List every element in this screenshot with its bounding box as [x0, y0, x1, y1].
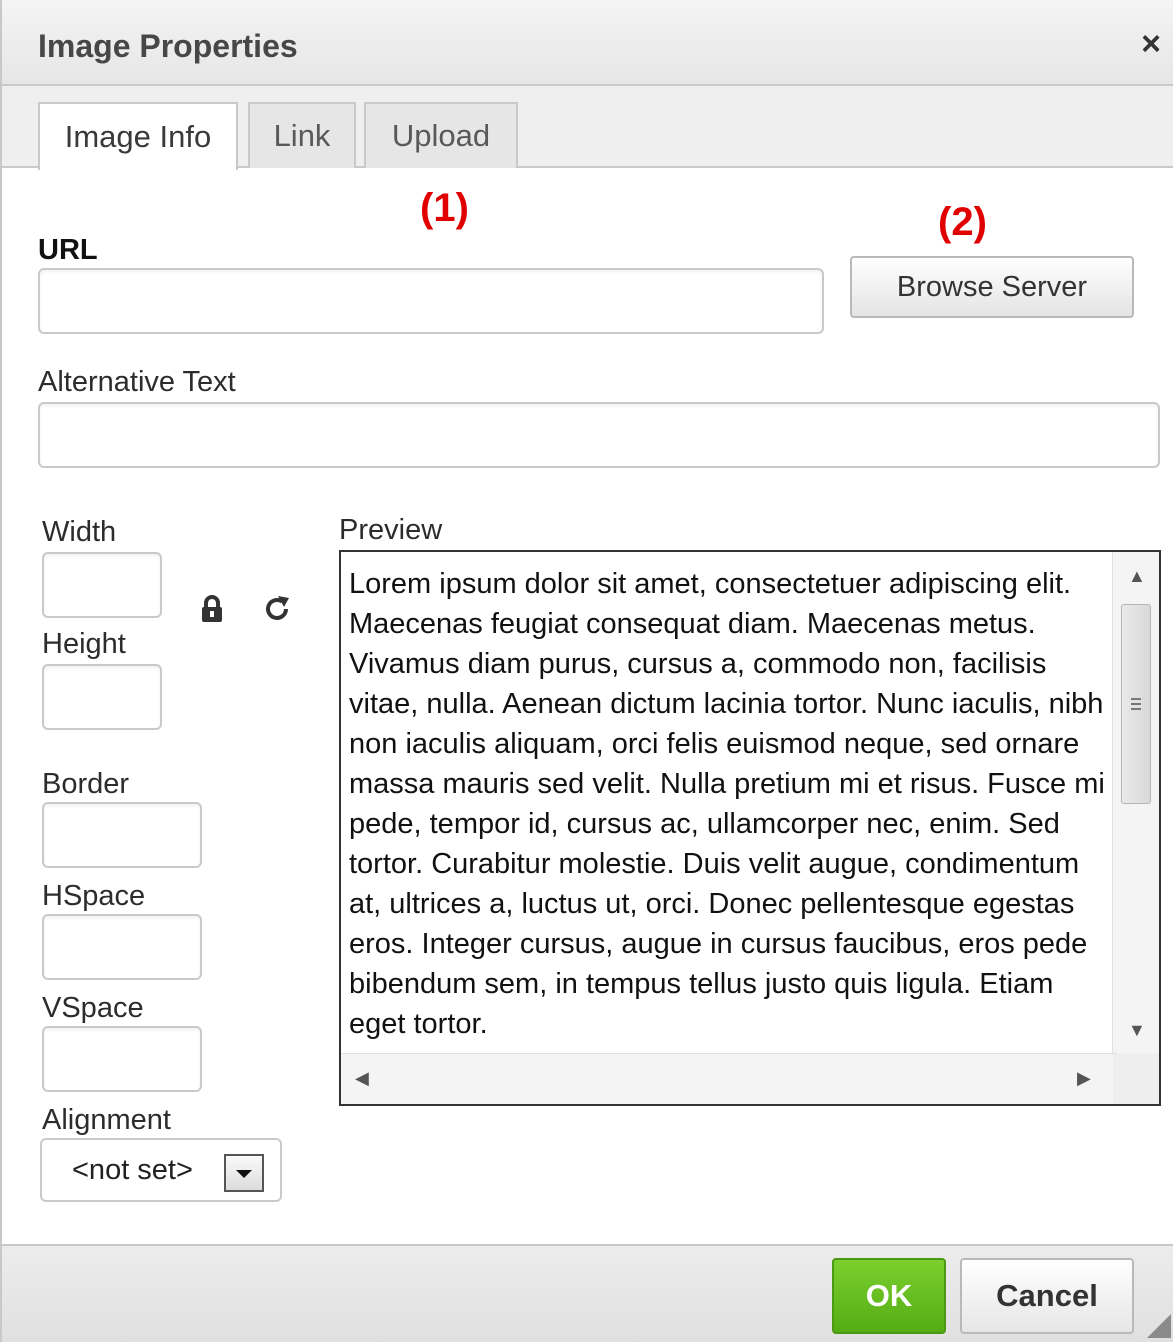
image-properties-dialog: Image Properties × Image Info Link Uploa… [0, 0, 1173, 1342]
preview-horizontal-scrollbar[interactable]: ◀ ▶ [341, 1053, 1117, 1104]
alt-text-input[interactable] [38, 402, 1160, 468]
hspace-label: HSpace [42, 880, 146, 912]
dialog-title: Image Properties [38, 28, 298, 64]
scroll-left-icon[interactable]: ◀ [355, 1068, 369, 1089]
preview-box[interactable]: Lorem ipsum dolor sit amet, consectetuer… [339, 550, 1161, 1106]
alignment-dropdown-button[interactable] [224, 1154, 264, 1192]
reset-size-icon[interactable] [262, 594, 292, 624]
border-input[interactable] [42, 802, 202, 868]
alt-text-label: Alternative Text [38, 366, 236, 398]
height-input[interactable] [42, 664, 162, 730]
grip-icon [1131, 698, 1141, 710]
cancel-button[interactable]: Cancel [960, 1258, 1134, 1334]
browse-server-button[interactable]: Browse Server [850, 256, 1134, 318]
preview-text: Lorem ipsum dolor sit amet, consectetuer… [349, 568, 1105, 1040]
scroll-thumb[interactable] [1121, 604, 1151, 804]
dialog-titlebar[interactable]: Image Properties × [2, 0, 1173, 86]
annotation-2: (2) [938, 200, 987, 244]
alignment-select[interactable]: <not set> [40, 1138, 282, 1202]
close-icon[interactable]: × [1141, 24, 1161, 64]
scroll-up-icon[interactable]: ▲ [1128, 566, 1146, 587]
width-label: Width [42, 516, 117, 548]
border-label: Border [42, 768, 130, 800]
vspace-input[interactable] [42, 1026, 202, 1092]
tab-upload[interactable]: Upload [364, 102, 518, 168]
ok-button[interactable]: OK [832, 1258, 946, 1334]
lock-icon[interactable] [200, 594, 224, 624]
annotation-1: (1) [420, 186, 469, 230]
scroll-right-icon[interactable]: ▶ [1077, 1068, 1091, 1089]
height-label: Height [42, 628, 126, 660]
tab-bar: Image Info Link Upload [2, 86, 1173, 170]
url-label: URL [38, 234, 98, 266]
width-input[interactable] [42, 552, 162, 618]
preview-label: Preview [339, 514, 443, 546]
preview-vertical-scrollbar[interactable]: ▲ ▼ [1112, 552, 1159, 1058]
vspace-label: VSpace [42, 992, 144, 1024]
alignment-label: Alignment [42, 1104, 171, 1136]
tab-link[interactable]: Link [248, 102, 356, 168]
scrollbar-corner [1113, 1054, 1159, 1104]
chevron-down-icon [236, 1170, 252, 1178]
resize-grip-icon[interactable] [1145, 1312, 1171, 1338]
alignment-value: <not set> [72, 1154, 193, 1186]
scroll-down-icon[interactable]: ▼ [1128, 1020, 1146, 1041]
tab-image-info[interactable]: Image Info [38, 102, 238, 170]
hspace-input[interactable] [42, 914, 202, 980]
url-input[interactable] [38, 268, 824, 334]
